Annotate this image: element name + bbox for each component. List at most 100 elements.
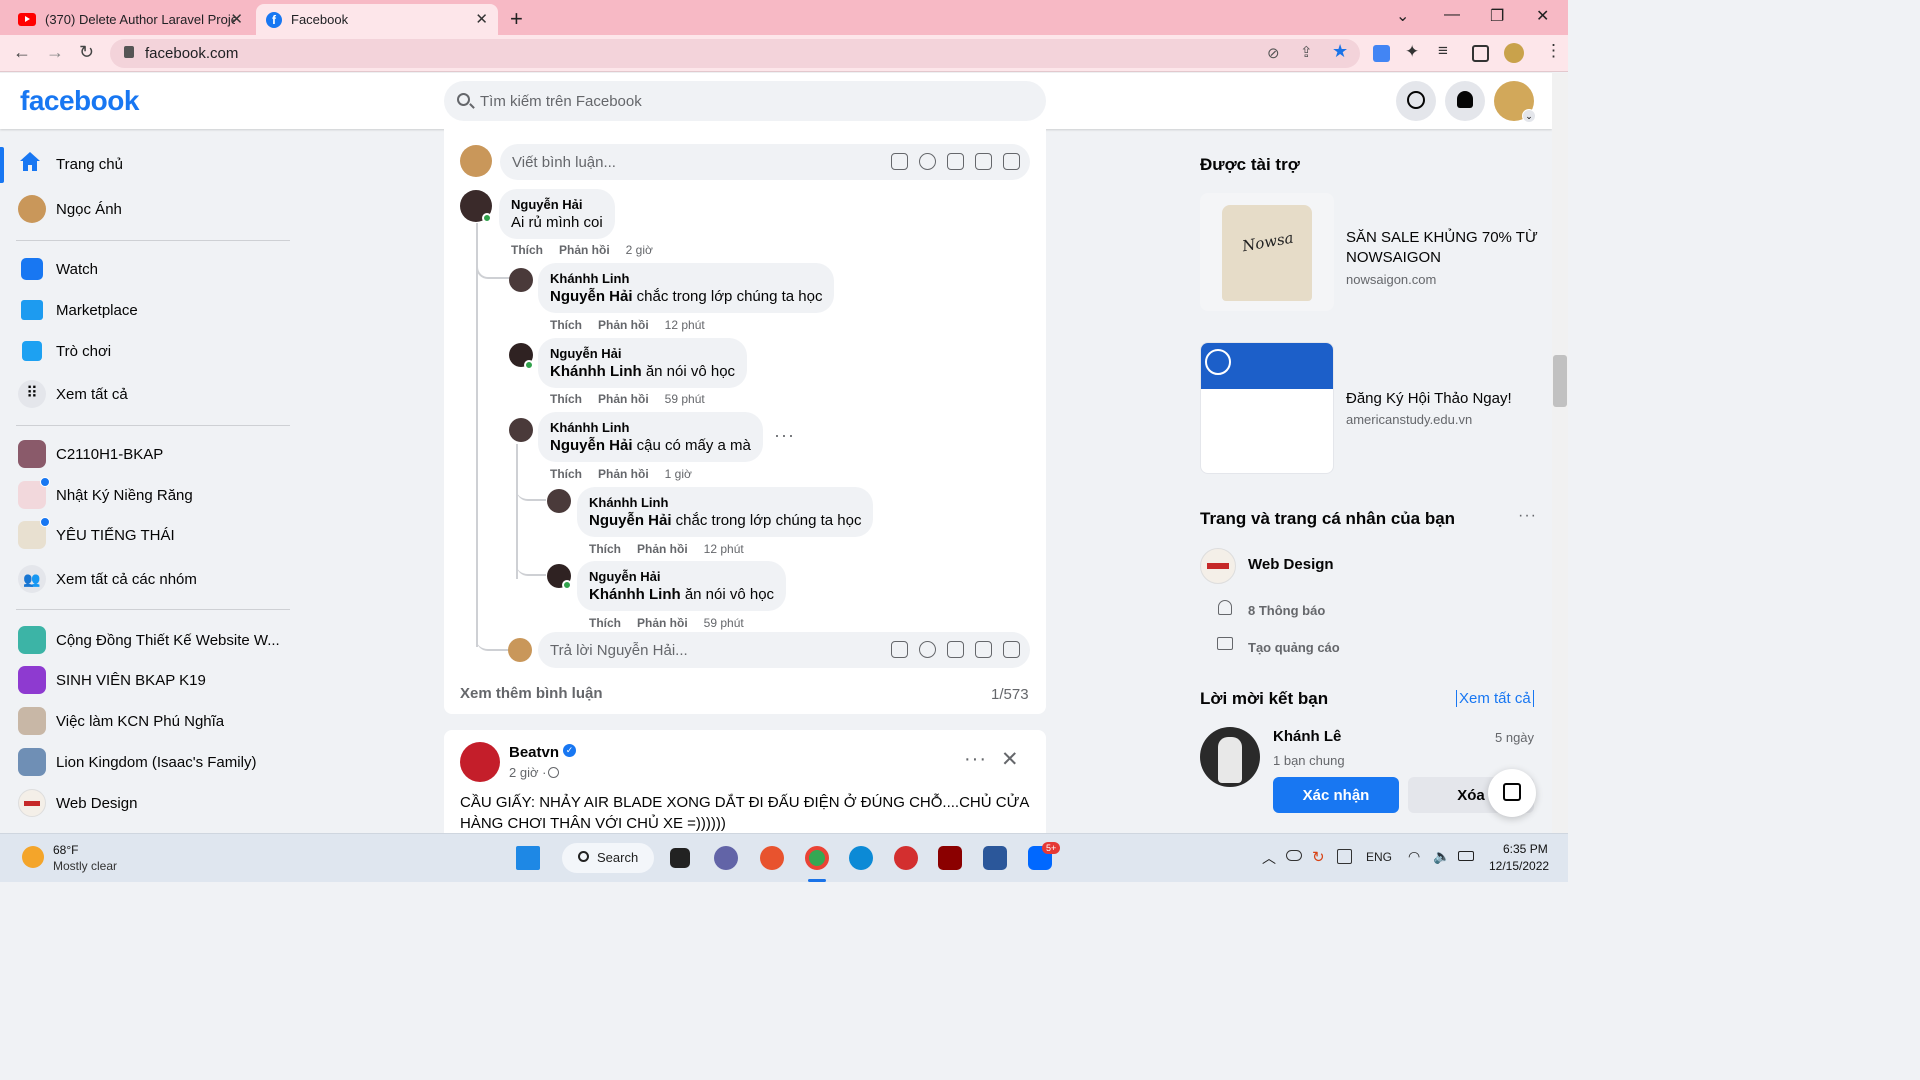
post-time[interactable]: 2 giờ · bbox=[509, 765, 546, 780]
reload-icon[interactable]: ↻ bbox=[79, 42, 94, 63]
new-tab-icon[interactable]: + bbox=[510, 6, 523, 32]
comment-time[interactable]: 12 phút bbox=[665, 318, 705, 332]
battery-icon[interactable] bbox=[1458, 851, 1474, 861]
mention[interactable]: Nguyễn Hải bbox=[550, 437, 633, 454]
ad-image[interactable] bbox=[1200, 342, 1334, 474]
commenter-avatar[interactable] bbox=[509, 418, 533, 442]
emoji-icon[interactable] bbox=[919, 153, 936, 170]
page-scrollbar[interactable] bbox=[1552, 73, 1568, 833]
facebook-logo[interactable]: facebook bbox=[20, 85, 139, 117]
media-control-icon[interactable]: ≡ bbox=[1438, 41, 1448, 61]
weather-icon[interactable] bbox=[22, 846, 44, 868]
hide-post-icon[interactable]: ✕ bbox=[1001, 747, 1019, 772]
sidebar-item-home[interactable]: Trang chủ bbox=[8, 144, 293, 184]
close-tab-icon[interactable]: ✕ bbox=[475, 10, 488, 28]
ad-image[interactable]: Nowsa bbox=[1200, 193, 1334, 311]
sidebar-item-group[interactable]: YÊU TIẾNG THÁI bbox=[8, 515, 293, 555]
reply-link[interactable]: Phản hồi bbox=[559, 243, 610, 257]
see-all-link[interactable]: Xem tất cả bbox=[1456, 690, 1534, 707]
reply-box[interactable] bbox=[538, 632, 1030, 668]
commenter-name[interactable]: Khánhh Linh bbox=[550, 271, 822, 286]
messenger-button[interactable] bbox=[1396, 81, 1436, 121]
side-panel-icon[interactable] bbox=[1472, 45, 1489, 62]
clock-time[interactable]: 6:35 PM bbox=[1503, 842, 1548, 856]
comment-box[interactable] bbox=[500, 144, 1030, 180]
avatar-sticker-icon[interactable] bbox=[891, 153, 908, 170]
ad-url[interactable]: nowsaigon.com bbox=[1346, 272, 1436, 287]
password-icon[interactable]: ⊘ bbox=[1267, 44, 1280, 62]
comment-time[interactable]: 12 phút bbox=[704, 542, 744, 556]
task-view-icon[interactable] bbox=[670, 848, 690, 868]
sync-icon[interactable]: ↻ bbox=[1312, 848, 1325, 866]
back-icon[interactable]: ← bbox=[13, 42, 31, 63]
sidebar-item-group[interactable]: Lion Kingdom (Isaac's Family) bbox=[8, 742, 293, 782]
scrollbar-thumb[interactable] bbox=[1553, 355, 1567, 407]
commenter-name[interactable]: Nguyễn Hải bbox=[511, 197, 603, 212]
comment-input[interactable] bbox=[512, 144, 872, 180]
extensions-icon[interactable]: ✦ bbox=[1405, 42, 1419, 62]
cloud-icon[interactable] bbox=[1286, 850, 1302, 861]
tab-facebook[interactable]: f Facebook ✕ bbox=[256, 4, 498, 35]
comment-time[interactable]: 2 giờ bbox=[626, 243, 653, 257]
translate-extension-icon[interactable] bbox=[1373, 45, 1390, 62]
weather-desc[interactable]: Mostly clear bbox=[53, 859, 117, 873]
app-icon[interactable] bbox=[938, 846, 962, 870]
sidebar-item-page[interactable]: Web Design bbox=[8, 783, 293, 823]
taskbar-search[interactable]: Search bbox=[562, 843, 654, 873]
profile-avatar[interactable] bbox=[1504, 43, 1524, 63]
teams-icon[interactable] bbox=[714, 846, 738, 870]
sidebar-item-see-all[interactable]: ⠿ Xem tất cả bbox=[8, 374, 293, 414]
commenter-name[interactable]: Khánhh Linh bbox=[589, 495, 861, 510]
user-avatar[interactable] bbox=[460, 145, 492, 177]
mention[interactable]: Khánhh Linh bbox=[550, 363, 642, 380]
sidebar-item-gaming[interactable]: Trò chơi bbox=[8, 331, 293, 371]
app-icon[interactable] bbox=[894, 846, 918, 870]
search-box[interactable] bbox=[444, 81, 1046, 121]
commenter-name[interactable]: Khánhh Linh bbox=[550, 420, 751, 435]
commenter-name[interactable]: Nguyễn Hải bbox=[550, 346, 735, 361]
more-options-icon[interactable]: ··· bbox=[774, 425, 795, 446]
clock-date[interactable]: 12/15/2022 bbox=[1489, 859, 1549, 873]
tab-search-chevron-icon[interactable]: ⌄ bbox=[1396, 6, 1409, 26]
like-link[interactable]: Thích bbox=[550, 318, 582, 332]
comment-time[interactable]: 1 giờ bbox=[665, 467, 692, 481]
sidebar-item-group[interactable]: Nhật Ký Niềng Răng bbox=[8, 475, 293, 515]
reply-link[interactable]: Phản hồi bbox=[598, 318, 649, 332]
user-avatar[interactable] bbox=[508, 638, 532, 662]
ad-title[interactable]: Đăng Ký Hội Thảo Ngay! bbox=[1346, 389, 1512, 409]
reply-link[interactable]: Phản hồi bbox=[637, 616, 688, 630]
camera-icon[interactable] bbox=[947, 153, 964, 170]
page-avatar[interactable] bbox=[460, 742, 500, 782]
app-icon[interactable] bbox=[760, 846, 784, 870]
comment-time[interactable]: 59 phút bbox=[665, 392, 705, 406]
ad-url[interactable]: americanstudy.edu.vn bbox=[1346, 412, 1472, 427]
close-tab-icon[interactable]: ✕ bbox=[230, 10, 243, 28]
sidebar-item-marketplace[interactable]: Marketplace bbox=[8, 290, 293, 330]
page-notifications[interactable]: 8 Thông báo bbox=[1248, 603, 1325, 618]
post-author[interactable]: Beatvn bbox=[509, 744, 559, 761]
sidebar-item-watch[interactable]: Watch bbox=[8, 249, 293, 289]
mention[interactable]: Nguyễn Hải bbox=[550, 288, 633, 305]
maximize-icon[interactable]: ❐ bbox=[1490, 6, 1504, 26]
menu-dots-icon[interactable]: ⋮ bbox=[1545, 41, 1562, 61]
like-link[interactable]: Thích bbox=[589, 542, 621, 556]
omnibox[interactable]: facebook.com ⊘ ⇪ ★ bbox=[110, 39, 1360, 68]
url-text[interactable]: facebook.com bbox=[145, 45, 238, 62]
create-ad-link[interactable]: Tạo quảng cáo bbox=[1248, 640, 1340, 655]
ad-title[interactable]: SĂN SALE KHỦNG 70% TỪ NOWSAIGON bbox=[1346, 228, 1541, 268]
chevron-up-icon[interactable]: ︿ bbox=[1262, 848, 1276, 868]
weather-temp[interactable]: 68°F bbox=[53, 843, 78, 857]
edge-icon[interactable] bbox=[849, 846, 873, 870]
confirm-button[interactable]: Xác nhận bbox=[1273, 777, 1399, 813]
view-more-comments-link[interactable]: Xem thêm bình luận bbox=[460, 685, 603, 702]
share-icon[interactable]: ⇪ bbox=[1300, 43, 1313, 61]
sidebar-item-all-groups[interactable]: 👥 Xem tất cả các nhóm bbox=[8, 559, 293, 599]
sticker-icon[interactable] bbox=[1003, 153, 1020, 170]
window-close-icon[interactable]: ✕ bbox=[1536, 6, 1549, 26]
post-options-icon[interactable]: ··· bbox=[964, 748, 987, 771]
friend-name[interactable]: Khánh Lê bbox=[1273, 728, 1341, 745]
page-avatar[interactable] bbox=[1200, 548, 1236, 584]
sidebar-item-profile[interactable]: Ngọc Ánh bbox=[8, 189, 293, 229]
mention[interactable]: Khánhh Linh bbox=[589, 586, 681, 603]
notifications-button[interactable] bbox=[1445, 81, 1485, 121]
